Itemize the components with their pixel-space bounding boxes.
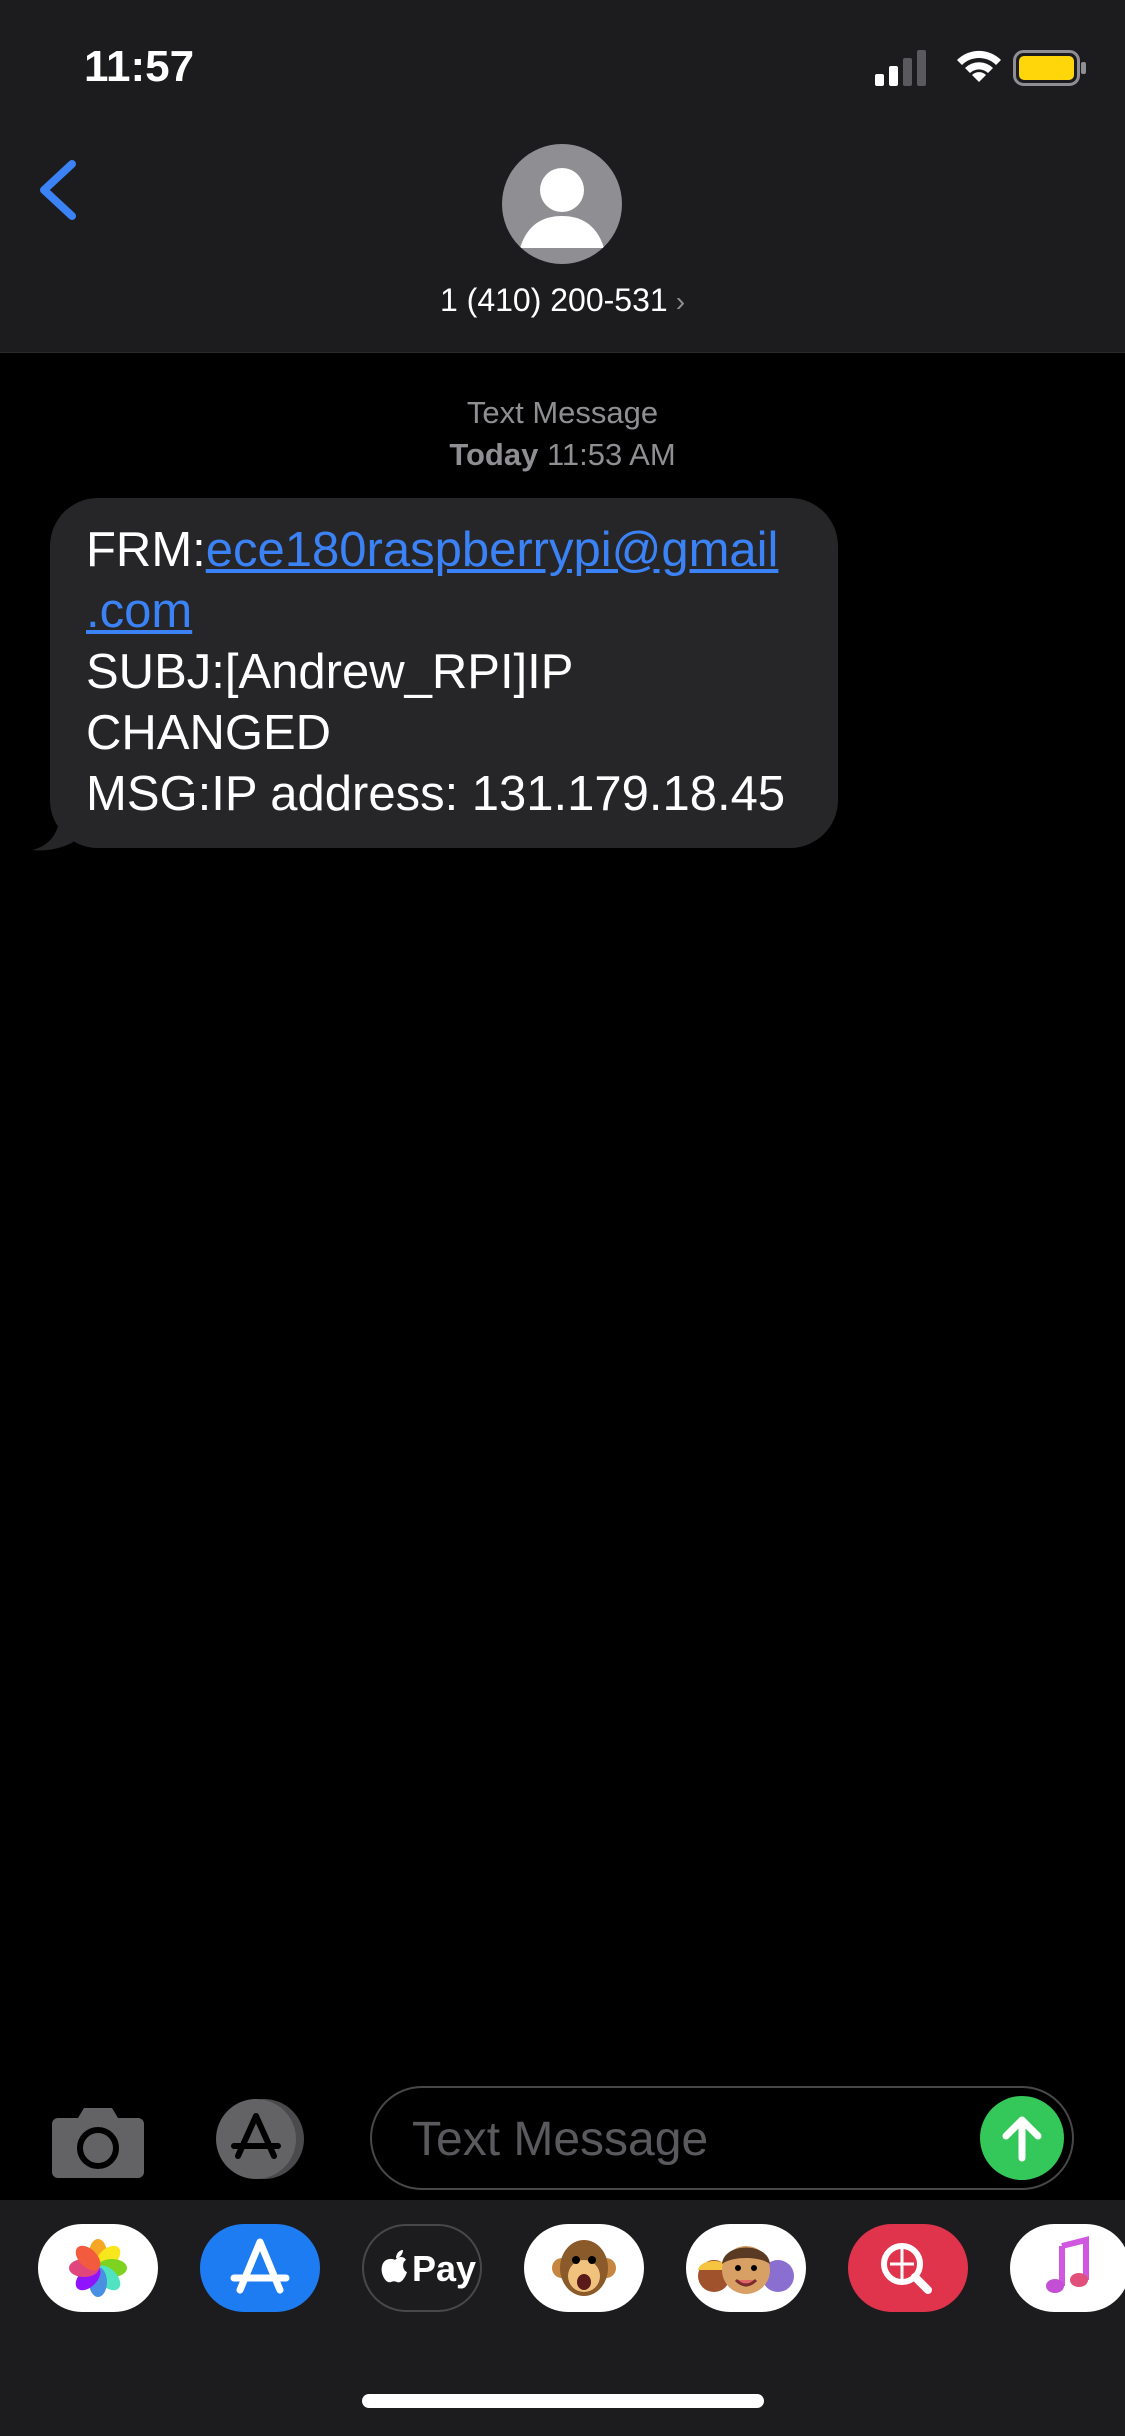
message-type-label: Text Message — [466, 395, 659, 430]
send-button[interactable] — [980, 2096, 1064, 2180]
message-body-line: MSG:IP address: 131.179.18.45 — [86, 767, 786, 821]
app-store-icon — [230, 2238, 290, 2294]
message-subject-line: SUBJ:[Andrew_RPI]IP — [86, 645, 574, 699]
wifi-icon — [957, 50, 1001, 82]
photos-icon — [69, 2239, 127, 2297]
music-app-button[interactable] — [1010, 2224, 1125, 2312]
battery-icon — [1013, 50, 1086, 86]
chevron-left-icon — [40, 160, 76, 220]
chevron-right-icon: › — [675, 286, 686, 317]
apple-pay-icon — [381, 2250, 407, 2283]
animoji-icon — [552, 2240, 616, 2296]
email-link-cont[interactable]: .com — [86, 584, 192, 638]
timestamp-day: Today — [449, 437, 539, 472]
memoji-app-button[interactable] — [686, 2224, 806, 2312]
message-from-line: FRM:ece180raspberrypi@gmail — [86, 520, 802, 581]
music-icon — [1046, 2236, 1089, 2293]
camera-icon — [52, 2108, 144, 2178]
conversation-header: 11:57 1 (410) 200-531 › — [0, 0, 1125, 353]
person-icon — [520, 168, 604, 248]
apple-pay-app-button[interactable]: Pay — [362, 2224, 482, 2312]
web-search-app-button[interactable] — [848, 2224, 968, 2312]
app-store-button[interactable] — [208, 2096, 318, 2182]
signal-icon — [875, 50, 926, 86]
home-indicator[interactable] — [362, 2394, 764, 2408]
contact-phone: 1 (410) 200-531 — [439, 282, 668, 318]
email-link[interactable]: ece180raspberrypi@gmail — [206, 523, 779, 577]
message-timestamp: Text Message Today 11:53 AM — [0, 392, 1125, 476]
photos-app-button[interactable] — [38, 2224, 158, 2312]
message-input[interactable] — [410, 2088, 974, 2190]
from-label: FRM: — [86, 523, 206, 577]
app-store-icon — [216, 2099, 304, 2179]
arrow-up-icon — [1002, 2116, 1042, 2162]
received-message-bubble[interactable]: FRM:ece180raspberrypi@gmail .com SUBJ:[A… — [50, 498, 838, 848]
back-button[interactable] — [30, 150, 90, 230]
apple-pay-label: Pay — [412, 2248, 477, 2289]
contact-avatar[interactable] — [502, 144, 622, 264]
message-input-box[interactable] — [370, 2086, 1074, 2190]
contact-name[interactable]: 1 (410) 200-531 › — [0, 282, 1125, 319]
animoji-app-button[interactable] — [524, 2224, 644, 2312]
app-store-app-button[interactable] — [200, 2224, 320, 2312]
message-from-line-cont: .com — [86, 581, 802, 642]
camera-button[interactable] — [50, 2098, 146, 2180]
status-time: 11:57 — [84, 42, 195, 91]
web-search-icon — [881, 2243, 932, 2294]
message-subject-line-cont: CHANGED — [86, 706, 332, 760]
memoji-icon — [698, 2246, 794, 2294]
timestamp-time: 11:53 AM — [546, 437, 676, 472]
